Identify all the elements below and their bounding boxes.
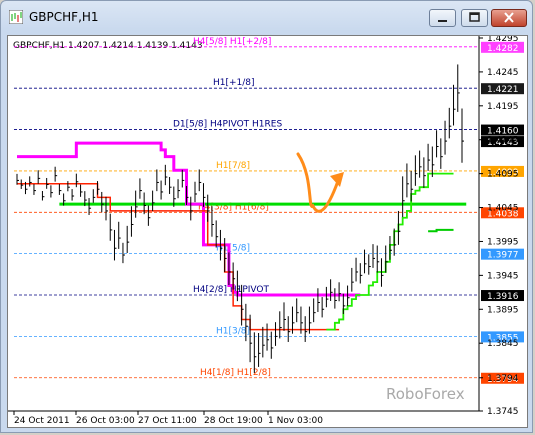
x-tick-label: 27 Oct 11:00 — [138, 416, 197, 426]
x-tick-label: 1 Nov 03:00 — [268, 416, 323, 426]
y-tick-label: 1.3745 — [487, 407, 519, 417]
y-tick-label: 1.4095 — [487, 170, 519, 180]
symbol-info: GBPCHF,H1 1.4207 1.4214 1.4139 1.4143 — [13, 41, 203, 51]
chart-window-icon — [9, 10, 23, 24]
x-tick-label: 24 Oct 2011 — [14, 416, 70, 426]
level-label: H4[5/8] H1[+2/8] — [193, 37, 271, 47]
y-tick-label: 1.4245 — [487, 68, 519, 78]
red-band-line — [17, 183, 340, 331]
y-tick-label: 1.3845 — [487, 339, 519, 349]
price-badge-label: 1.3916 — [487, 292, 519, 302]
close-button[interactable] — [491, 9, 527, 27]
level-label: D1[5/8] H4PIVOT H1RES — [173, 120, 282, 130]
chart-area[interactable]: GBPCHF,H1 1.4207 1.4214 1.4139 1.4143 Ro… — [7, 34, 528, 428]
title-bar[interactable]: GBPCHF,H1 — [1, 1, 534, 35]
maximize-icon — [469, 12, 480, 22]
y-tick-label: 1.4195 — [487, 102, 519, 112]
level-label: H1[3/8] — [216, 326, 250, 336]
y-tick-label: 1.3995 — [487, 237, 519, 247]
price-badge-label: 1.3977 — [487, 251, 519, 261]
green-upper-trail-line — [428, 228, 454, 233]
x-tick-label: 26 Oct 03:00 — [76, 416, 135, 426]
level-label: H1[+1/8] — [213, 78, 255, 88]
y-tick-label: 1.4295 — [487, 36, 519, 44]
maximize-button[interactable] — [461, 9, 488, 27]
level-label: H1[7/8] — [216, 161, 250, 171]
y-tick-label: 1.4045 — [487, 204, 519, 214]
price-badge-label: 1.4221 — [487, 85, 519, 95]
close-icon — [504, 12, 514, 23]
y-tick-label: 1.3794 — [487, 374, 519, 384]
y-tick-label: 1.4145 — [487, 136, 519, 146]
minimize-icon — [438, 20, 447, 22]
x-tick-label: 28 Oct 19:00 — [204, 416, 263, 426]
window-title: GBPCHF,H1 — [29, 10, 99, 24]
chart-window: GBPCHF,H1 GBPCHF,H1 1.4207 1.4214 1.4139… — [0, 0, 533, 433]
price-chart[interactable]: GBPCHF,H1 1.4207 1.4214 1.4139 1.4143 Ro… — [8, 34, 527, 427]
magenta-band-line — [17, 141, 361, 297]
minimize-button[interactable] — [429, 9, 456, 27]
y-tick-label: 1.3895 — [487, 305, 519, 315]
y-tick-label: 1.3945 — [487, 271, 519, 281]
level-label: H4[1/8] H1[2/8] — [200, 368, 271, 378]
watermark: RoboForex — [386, 385, 465, 403]
price-badge-label: 1.4282 — [487, 44, 519, 54]
